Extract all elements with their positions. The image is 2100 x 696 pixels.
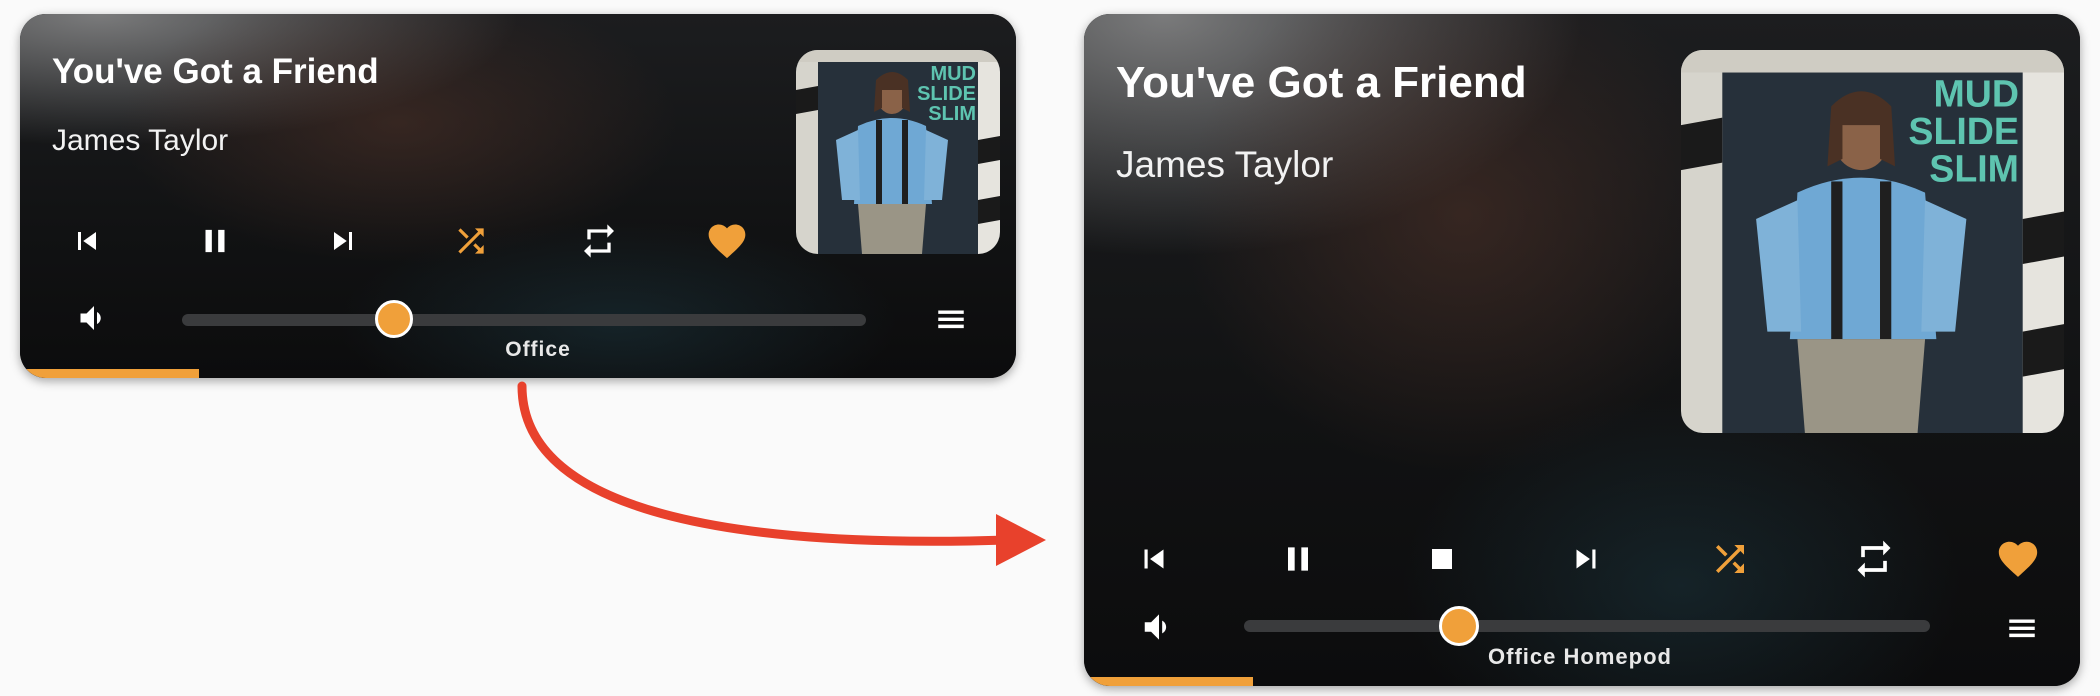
pause-button[interactable] (1268, 529, 1328, 589)
favorite-button[interactable] (1988, 529, 2048, 589)
track-progress-bar (1084, 677, 1254, 686)
stop-button[interactable] (1412, 529, 1472, 589)
volume-button[interactable] (1134, 602, 1184, 652)
repeat-icon (1852, 537, 1896, 581)
previous-button[interactable] (1124, 529, 1184, 589)
queue-menu-button[interactable] (1998, 604, 2046, 652)
volume-slider[interactable] (1244, 620, 1930, 632)
previous-icon (1135, 540, 1173, 578)
track-title: You've Got a Friend (1116, 58, 1527, 107)
album-art[interactable]: MUD SLIDE SLIM (1681, 50, 2064, 433)
menu-icon (2005, 611, 2039, 645)
track-artist: James Taylor (1116, 144, 1334, 185)
volume-slider-thumb[interactable] (1439, 606, 1479, 646)
next-icon (1567, 540, 1605, 578)
next-button[interactable] (1556, 529, 1616, 589)
repeat-button[interactable] (1844, 529, 1904, 589)
expanded-media-card: You've Got a Friend James Taylor MUD SLID… (1084, 14, 2080, 686)
shuffle-button[interactable] (1700, 529, 1760, 589)
volume-icon (1140, 608, 1178, 646)
pause-icon (1278, 539, 1318, 579)
stop-icon (1422, 539, 1462, 579)
device-name: Office Homepod (1488, 644, 1672, 669)
heart-icon (1995, 536, 2041, 582)
shuffle-icon (1709, 538, 1751, 580)
